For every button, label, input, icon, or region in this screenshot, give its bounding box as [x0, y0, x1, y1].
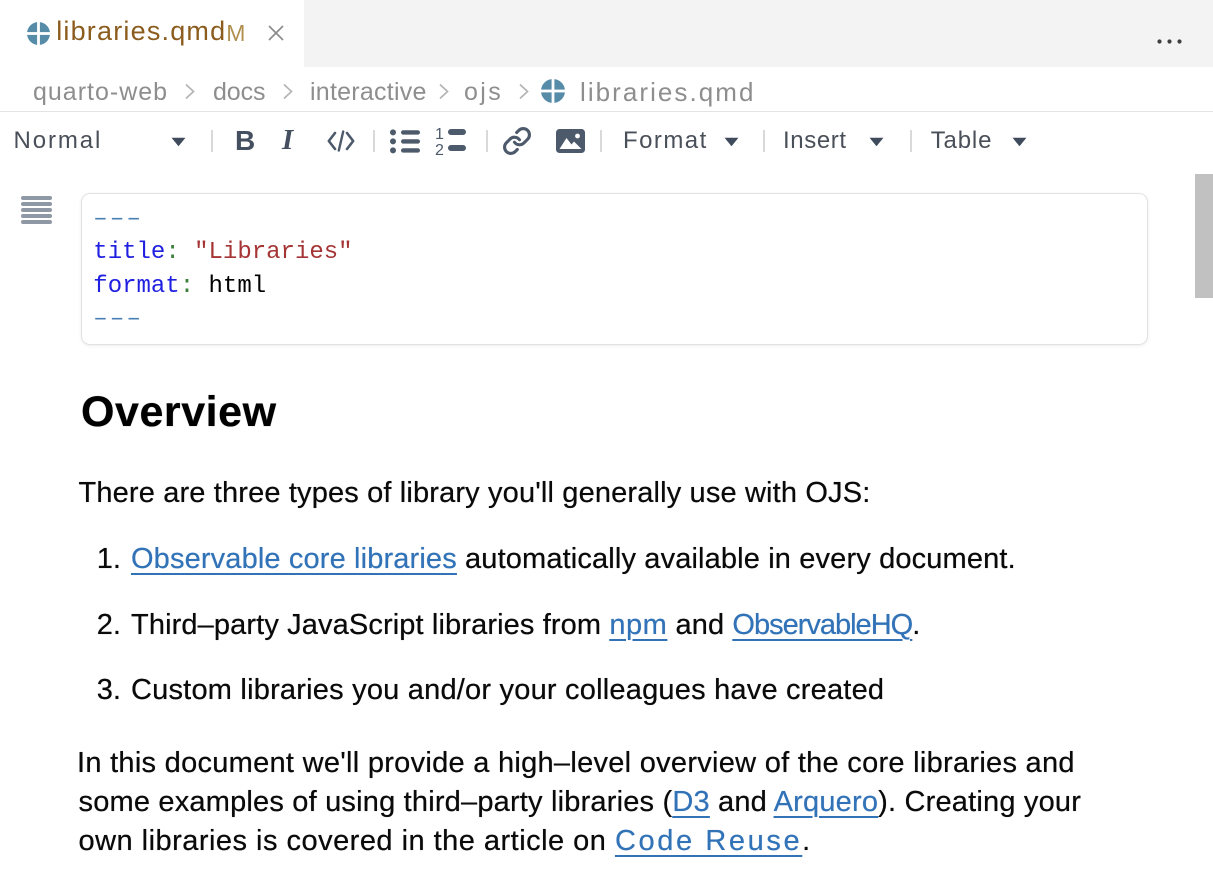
svg-text:2: 2 — [435, 142, 444, 156]
svg-text:1: 1 — [435, 127, 444, 143]
